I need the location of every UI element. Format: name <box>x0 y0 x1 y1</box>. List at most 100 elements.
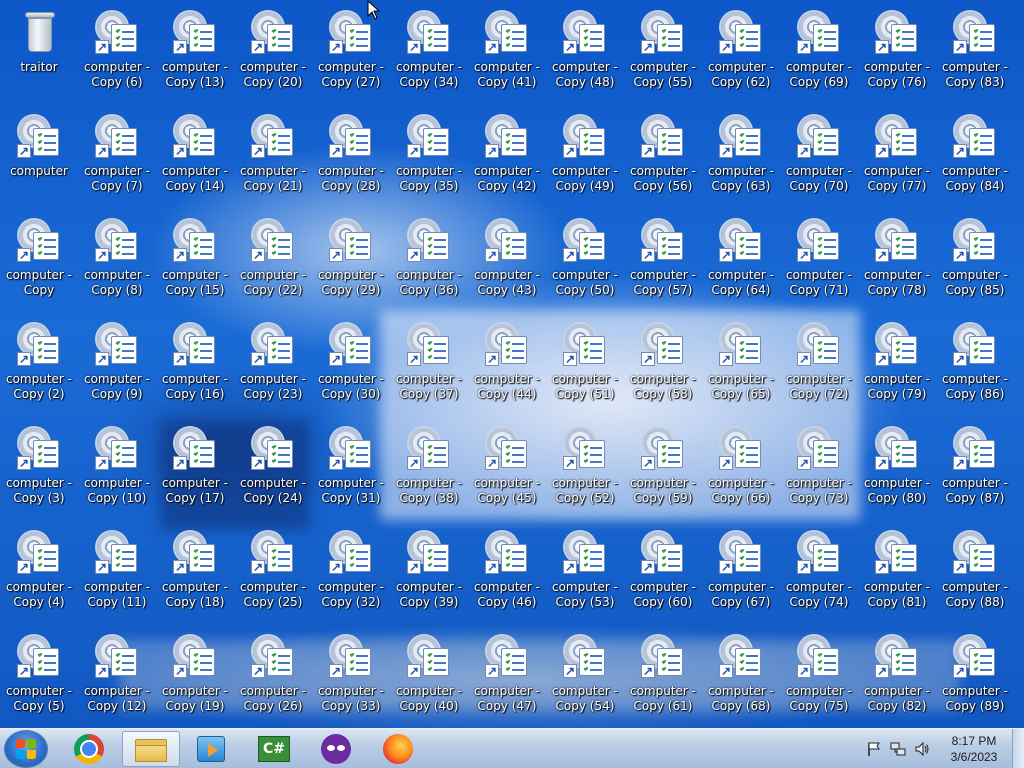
desktop-shortcut[interactable]: ↗ computer - Copy (82) <box>861 628 933 728</box>
desktop-shortcut[interactable]: ↗ computer - Copy (34) <box>393 4 465 108</box>
desktop-shortcut[interactable]: ↗ computer - Copy (32) <box>315 524 387 628</box>
desktop-shortcut[interactable]: ↗ computer - Copy (80) <box>861 420 933 524</box>
desktop-shortcut[interactable]: ↗ computer - Copy (72) <box>783 316 855 420</box>
network-icon[interactable] <box>890 741 906 757</box>
desktop-shortcut[interactable]: ↗ computer - Copy (70) <box>783 108 855 212</box>
desktop-shortcut[interactable]: ↗ computer - Copy (13) <box>159 4 231 108</box>
desktop-shortcut[interactable]: ↗ computer - Copy (40) <box>393 628 465 728</box>
desktop-shortcut[interactable]: ↗ computer - Copy (78) <box>861 212 933 316</box>
desktop-shortcut[interactable]: ↗ computer - Copy (30) <box>315 316 387 420</box>
desktop-shortcut[interactable]: ↗ computer - Copy (87) <box>939 420 1011 524</box>
desktop-shortcut[interactable]: ↗ computer - Copy (16) <box>159 316 231 420</box>
desktop-shortcut[interactable]: ↗ computer - Copy (88) <box>939 524 1011 628</box>
desktop-shortcut[interactable]: ↗ computer - Copy (35) <box>393 108 465 212</box>
desktop-shortcut[interactable]: ↗ computer - Copy (51) <box>549 316 621 420</box>
volume-icon[interactable] <box>914 741 930 757</box>
desktop-shortcut[interactable]: ↗ computer - Copy (12) <box>81 628 153 728</box>
desktop-shortcut[interactable]: ↗ computer - Copy (68) <box>705 628 777 728</box>
desktop-shortcut[interactable]: ↗ computer - Copy (63) <box>705 108 777 212</box>
desktop-shortcut[interactable]: ↗ computer - Copy (33) <box>315 628 387 728</box>
show-desktop-button[interactable] <box>1012 729 1024 768</box>
desktop-shortcut[interactable]: ↗ computer - Copy (19) <box>159 628 231 728</box>
desktop-shortcut[interactable]: ↗ computer - Copy (31) <box>315 420 387 524</box>
desktop-shortcut[interactable]: ↗ computer - Copy (86) <box>939 316 1011 420</box>
desktop-shortcut[interactable]: ↗ computer - Copy (66) <box>705 420 777 524</box>
desktop-shortcut[interactable]: ↗ computer - Copy (50) <box>549 212 621 316</box>
desktop-shortcut[interactable]: ↗ computer - Copy (79) <box>861 316 933 420</box>
desktop-shortcut[interactable]: ↗ computer - Copy (84) <box>939 108 1011 212</box>
desktop-shortcut[interactable]: ↗ computer - Copy (83) <box>939 4 1011 108</box>
desktop-shortcut[interactable]: ↗ computer - Copy (18) <box>159 524 231 628</box>
desktop-shortcut[interactable]: ↗ computer - Copy (3) <box>3 420 75 524</box>
desktop-shortcut[interactable]: ↗ computer - Copy (58) <box>627 316 699 420</box>
desktop[interactable]: traitor ↗ computer ↗ computer - Copy ↗ computer… <box>0 0 1024 728</box>
desktop-shortcut[interactable]: ↗ computer - Copy (69) <box>783 4 855 108</box>
desktop-shortcut[interactable]: ↗ computer - Copy (8) <box>81 212 153 316</box>
desktop-shortcut[interactable]: ↗ computer - Copy (10) <box>81 420 153 524</box>
desktop-shortcut[interactable]: ↗ computer - Copy (23) <box>237 316 309 420</box>
desktop-shortcut[interactable]: ↗ computer - Copy (55) <box>627 4 699 108</box>
desktop-shortcut[interactable]: ↗ computer - Copy (21) <box>237 108 309 212</box>
desktop-shortcut[interactable]: ↗ computer - Copy (49) <box>549 108 621 212</box>
desktop-shortcut[interactable]: ↗ computer - Copy (62) <box>705 4 777 108</box>
desktop-shortcut[interactable]: ↗ computer - Copy (71) <box>783 212 855 316</box>
desktop-shortcut[interactable]: ↗ computer - Copy (53) <box>549 524 621 628</box>
desktop-shortcut[interactable]: ↗ computer - Copy (74) <box>783 524 855 628</box>
desktop-shortcut[interactable]: ↗ computer - Copy (85) <box>939 212 1011 316</box>
desktop-shortcut[interactable]: ↗ computer - Copy (25) <box>237 524 309 628</box>
taskbar-file-explorer-button[interactable] <box>122 731 180 767</box>
desktop-shortcut[interactable]: ↗ computer - Copy (39) <box>393 524 465 628</box>
desktop-shortcut[interactable]: ↗ computer - Copy (46) <box>471 524 543 628</box>
taskbar-firefox-button[interactable] <box>369 731 427 767</box>
start-button[interactable] <box>4 730 48 768</box>
desktop-shortcut[interactable]: ↗ computer - Copy (20) <box>237 4 309 108</box>
desktop-shortcut[interactable]: ↗ computer - Copy (14) <box>159 108 231 212</box>
desktop-shortcut[interactable]: ↗ computer - Copy (36) <box>393 212 465 316</box>
desktop-shortcut[interactable]: ↗ computer - Copy (89) <box>939 628 1011 728</box>
desktop-shortcut[interactable]: ↗ computer - Copy (17) <box>159 420 231 524</box>
desktop-shortcut[interactable]: ↗ computer - Copy (56) <box>627 108 699 212</box>
desktop-shortcut[interactable]: ↗ computer - Copy (28) <box>315 108 387 212</box>
action-center-flag-icon[interactable] <box>866 741 882 757</box>
taskbar-csharp-button[interactable]: C# <box>245 731 303 767</box>
desktop-shortcut[interactable]: ↗ computer - Copy (76) <box>861 4 933 108</box>
desktop-shortcut[interactable]: ↗ computer - Copy (2) <box>3 316 75 420</box>
desktop-shortcut[interactable]: ↗ computer - Copy (59) <box>627 420 699 524</box>
desktop-shortcut[interactable]: ↗ computer - Copy (81) <box>861 524 933 628</box>
desktop-shortcut[interactable]: ↗ computer - Copy (38) <box>393 420 465 524</box>
taskbar-mask-app-button[interactable] <box>307 731 365 767</box>
desktop-shortcut[interactable]: ↗ computer - Copy (6) <box>81 4 153 108</box>
desktop-shortcut[interactable]: ↗ computer - Copy (7) <box>81 108 153 212</box>
desktop-shortcut[interactable]: ↗ computer - Copy (75) <box>783 628 855 728</box>
desktop-shortcut[interactable]: ↗ computer - Copy (4) <box>3 524 75 628</box>
taskbar-chrome-button[interactable] <box>60 731 118 767</box>
desktop-shortcut[interactable]: ↗ computer <box>3 108 75 212</box>
desktop-shortcut[interactable]: ↗ computer - Copy (61) <box>627 628 699 728</box>
desktop-shortcut[interactable]: ↗ computer - Copy (54) <box>549 628 621 728</box>
desktop-shortcut[interactable]: ↗ computer - Copy (47) <box>471 628 543 728</box>
desktop-shortcut[interactable]: ↗ computer - Copy <box>3 212 75 316</box>
desktop-shortcut[interactable]: ↗ computer - Copy (11) <box>81 524 153 628</box>
desktop-shortcut[interactable]: ↗ computer - Copy (24) <box>237 420 309 524</box>
desktop-shortcut[interactable]: ↗ computer - Copy (65) <box>705 316 777 420</box>
desktop-shortcut[interactable]: ↗ computer - Copy (37) <box>393 316 465 420</box>
desktop-shortcut[interactable]: ↗ computer - Copy (77) <box>861 108 933 212</box>
desktop-shortcut[interactable]: ↗ computer - Copy (5) <box>3 628 75 728</box>
desktop-shortcut[interactable]: ↗ computer - Copy (48) <box>549 4 621 108</box>
desktop-shortcut[interactable]: ↗ computer - Copy (41) <box>471 4 543 108</box>
desktop-shortcut[interactable]: ↗ computer - Copy (43) <box>471 212 543 316</box>
desktop-shortcut[interactable]: ↗ computer - Copy (22) <box>237 212 309 316</box>
taskbar-media-player-button[interactable] <box>182 731 240 767</box>
desktop-shortcut[interactable]: ↗ computer - Copy (26) <box>237 628 309 728</box>
system-clock[interactable]: 8:17 PM 3/6/2023 <box>940 733 1008 765</box>
desktop-shortcut[interactable]: ↗ computer - Copy (73) <box>783 420 855 524</box>
desktop-shortcut[interactable]: ↗ computer - Copy (29) <box>315 212 387 316</box>
desktop-shortcut[interactable]: ↗ computer - Copy (42) <box>471 108 543 212</box>
desktop-shortcut[interactable]: ↗ computer - Copy (67) <box>705 524 777 628</box>
desktop-shortcut[interactable]: ↗ computer - Copy (44) <box>471 316 543 420</box>
desktop-shortcut[interactable]: ↗ computer - Copy (64) <box>705 212 777 316</box>
desktop-shortcut[interactable]: ↗ computer - Copy (52) <box>549 420 621 524</box>
desktop-shortcut[interactable]: ↗ computer - Copy (15) <box>159 212 231 316</box>
desktop-shortcut[interactable]: ↗ computer - Copy (57) <box>627 212 699 316</box>
desktop-icon-recycle-bin[interactable]: traitor <box>3 4 75 108</box>
